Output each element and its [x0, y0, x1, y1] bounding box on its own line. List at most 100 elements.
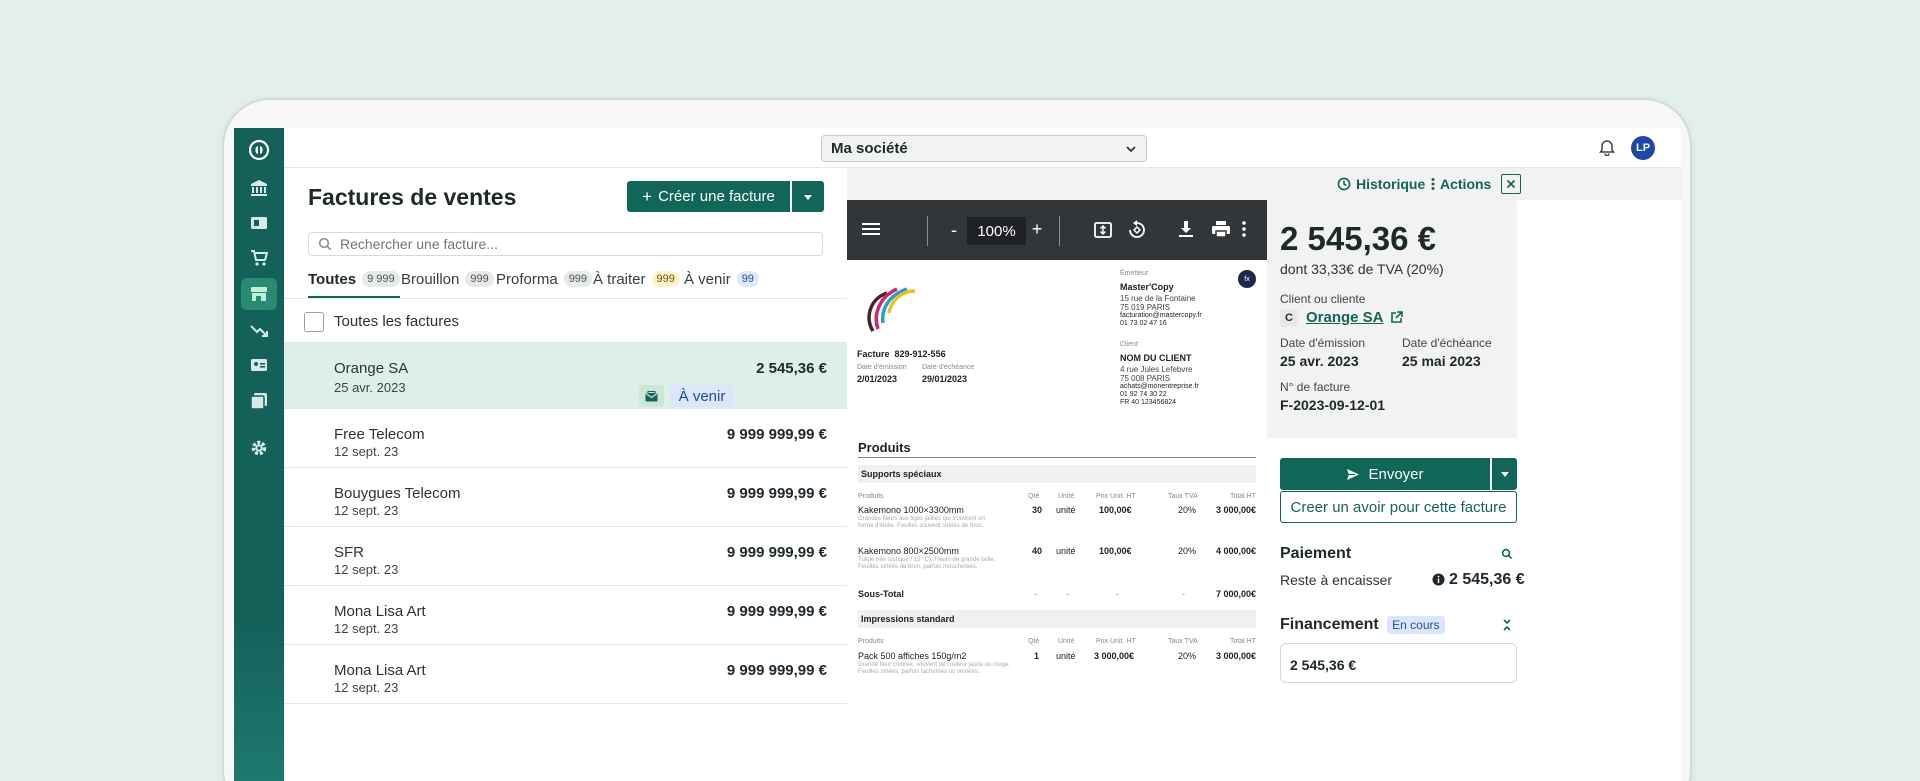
company-selector[interactable]: Ma société: [821, 135, 1147, 162]
emitter-address-line2: 75 019 PARIS: [1120, 303, 1171, 312]
create-credit-note-button[interactable]: Creer un avoir pour cette facture: [1280, 491, 1517, 523]
table-row[interactable]: Free Telecom 12 sept. 23 9 999 999,99 €: [284, 409, 847, 468]
invoice-summary: 2 545,36 € dont 33,33€ de TVA (20%) Clie…: [1267, 200, 1517, 438]
tab-count-badge: 999: [563, 271, 593, 287]
rotate-icon[interactable]: [1127, 219, 1147, 241]
emitter-phone: 01 73 02 47 16: [1120, 320, 1167, 327]
col-price: Prix Unit. HT: [1096, 638, 1136, 645]
sent-mail-icon: [639, 385, 664, 407]
documents-icon[interactable]: [241, 385, 277, 417]
send-button[interactable]: Envoyer: [1280, 458, 1490, 490]
invoice-amount: 9 999 999,99 €: [726, 485, 827, 502]
trend-down-icon[interactable]: [241, 314, 277, 346]
external-link-icon[interactable]: [1390, 311, 1403, 324]
create-invoice-button[interactable]: + Créer une facture: [627, 181, 790, 212]
search-icon[interactable]: [1501, 548, 1513, 560]
zoom-in-button[interactable]: +: [1030, 219, 1044, 240]
col-product: Produits: [858, 638, 884, 645]
client-label: Client: [1120, 341, 1138, 348]
tab-a-traiter[interactable]: À traiter 999: [593, 268, 680, 298]
tab-count-badge: 9 999: [362, 271, 400, 287]
tab-proforma[interactable]: Proforma 999: [496, 268, 593, 298]
col-total: Total HT: [1229, 638, 1256, 645]
subtotal-value: 7 000,00€: [1215, 589, 1256, 599]
product-unit: unité: [1056, 651, 1076, 661]
search-input[interactable]: [340, 236, 820, 252]
tab-count-badge: 999: [651, 271, 680, 287]
col-qty: Qté: [1028, 493, 1040, 500]
product-name: Kakemono 1000×3300mm: [858, 505, 964, 515]
create-invoice-dropdown-button[interactable]: [792, 181, 824, 212]
products-table-header: Produits Qté Unité Prix Unit. HT Taux TV…: [858, 493, 1256, 503]
nav-rail: [234, 128, 284, 781]
tab-a-venir[interactable]: À venir 99: [684, 268, 759, 298]
col-vat: Taux TVA: [1168, 638, 1198, 645]
info-icon[interactable]: [1432, 573, 1445, 586]
fit-page-icon[interactable]: [1093, 220, 1113, 240]
store-icon[interactable]: [241, 278, 277, 310]
subtotal-dash: -: [1034, 589, 1037, 599]
client-name: Mona Lisa Art: [334, 662, 426, 679]
invoice-number-label: N° de facture: [1280, 380, 1351, 394]
status-tabs: Toutes 9 999 Brouillon 999 Proforma 99 9 …: [284, 268, 847, 299]
financing-amount-field[interactable]: 2 545,36 €: [1280, 643, 1517, 683]
bank-icon[interactable]: [241, 172, 277, 204]
print-icon[interactable]: [1211, 220, 1231, 238]
tab-label: Proforma: [496, 271, 558, 288]
actions-button[interactable]: Actions: [1431, 176, 1491, 192]
vat-text: dont 33,33€ de TVA (20%): [1280, 261, 1444, 277]
due-date-label: Date d'échéance: [1402, 336, 1492, 350]
zoom-out-button[interactable]: -: [947, 220, 961, 241]
contact-card-icon[interactable]: [241, 349, 277, 381]
hamburger-menu-icon[interactable]: [861, 220, 881, 238]
subtotal-row: Sous-Total - - - - 7 000,00€: [858, 589, 1256, 601]
table-row[interactable]: Mona Lisa Art 12 sept. 23 9 999 999,99 €: [284, 645, 847, 704]
send-icon: [1347, 468, 1360, 480]
notification-bell-icon[interactable]: [1599, 138, 1615, 161]
client-link[interactable]: Orange SA: [1306, 309, 1384, 326]
emitter-badge: fx: [1238, 270, 1256, 288]
user-avatar[interactable]: LP: [1631, 136, 1655, 160]
invoice-icon[interactable]: [241, 207, 277, 239]
tab-toutes[interactable]: Toutes 9 999: [308, 268, 400, 298]
section-header: Impressions standard: [858, 610, 1256, 628]
download-icon[interactable]: [1177, 220, 1195, 238]
cart-icon[interactable]: [241, 242, 277, 274]
emitter-name: Master'Copy: [1120, 282, 1174, 292]
logo-icon[interactable]: [241, 134, 277, 166]
table-row[interactable]: Orange SA 25 avr. 2023 2 545,36 € À veni…: [284, 343, 847, 409]
collapse-icon[interactable]: [1502, 619, 1512, 631]
close-icon[interactable]: [1501, 174, 1521, 194]
client-name: Mona Lisa Art: [334, 603, 426, 620]
actions-label: Actions: [1440, 176, 1492, 192]
client-name: Orange SA: [334, 360, 409, 377]
client-name: NOM DU CLIENT: [1120, 353, 1192, 363]
client-initial: C: [1280, 309, 1298, 327]
subtotal-dash: -: [1182, 589, 1185, 599]
settings-gear-icon[interactable]: [241, 432, 277, 464]
tab-label: À venir: [684, 271, 731, 288]
company-name: Ma société: [831, 140, 908, 157]
invoice-date: 25 avr. 2023: [334, 380, 406, 395]
table-row[interactable]: Bouygues Telecom 12 sept. 23 9 999 999,9…: [284, 468, 847, 527]
product-vat: 20%: [1178, 651, 1197, 661]
issue-date: 25 avr. 2023: [1280, 353, 1359, 369]
history-button[interactable]: Historique: [1337, 176, 1425, 192]
invoice-list-panel: Factures de ventes + Créer une facture T…: [284, 168, 847, 781]
select-all-label: Toutes les factures: [334, 313, 460, 330]
tab-label: À traiter: [593, 271, 646, 288]
client-label: Client ou cliente: [1280, 292, 1366, 306]
invoice-amount: 9 999 999,99 €: [726, 426, 827, 443]
table-row[interactable]: SFR 12 sept. 23 9 999 999,99 €: [284, 527, 847, 586]
zoom-level[interactable]: 100%: [967, 217, 1026, 245]
col-product: Produits: [858, 493, 884, 500]
more-options-icon[interactable]: [1241, 220, 1247, 238]
product-vat: 20%: [1178, 505, 1197, 515]
select-all-checkbox[interactable]: [304, 312, 324, 332]
product-total: 4 000,00€: [1215, 546, 1256, 556]
invoice-amount: 2 545,36 €: [756, 360, 827, 377]
send-dropdown-button[interactable]: [1492, 458, 1517, 490]
table-row[interactable]: Mona Lisa Art 12 sept. 23 9 999 999,99 €: [284, 586, 847, 645]
tab-brouillon[interactable]: Brouillon 999: [401, 268, 494, 298]
product-price: 100,00€: [1099, 505, 1132, 515]
